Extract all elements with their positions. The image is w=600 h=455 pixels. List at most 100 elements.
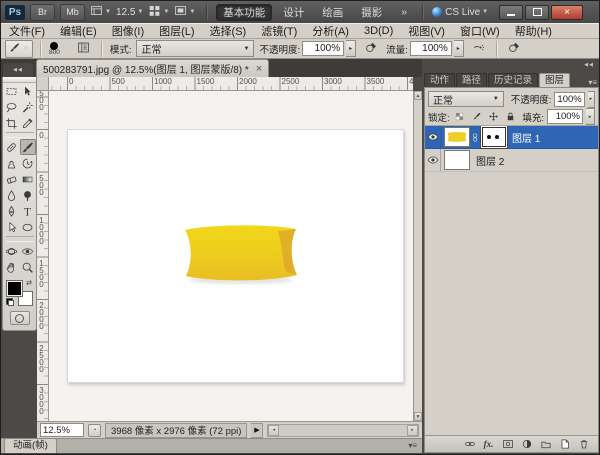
tablet-opacity-button[interactable] (361, 40, 381, 58)
dock-collapse-button[interactable]: ◀◀ (584, 62, 594, 68)
menu-item-9[interactable]: 窗口(W) (460, 23, 500, 39)
spot-healing-brush-tool[interactable] (4, 139, 20, 155)
default-colors-icon[interactable] (6, 298, 14, 306)
arrange-documents-button[interactable]: ▼ (148, 4, 169, 20)
vertical-scrollbar[interactable]: ▲ ▼ (413, 91, 422, 421)
foreground-color-swatch[interactable] (6, 280, 23, 297)
delete-layer-button[interactable] (577, 438, 590, 451)
toolbox-collapse-button[interactable]: ◀◀ (3, 63, 33, 77)
close-button[interactable]: × (551, 5, 583, 20)
layer-visibility-toggle[interactable] (425, 149, 441, 171)
menu-item-7[interactable]: 3D(D) (364, 25, 393, 37)
brush-tool[interactable] (20, 139, 36, 155)
mini-bridge-button[interactable]: Mb (60, 4, 85, 21)
layer-effects-button[interactable]: fx. (482, 438, 495, 451)
crop-tool[interactable] (4, 115, 20, 131)
panel-tab-1[interactable]: 路径 (456, 73, 487, 87)
lasso-tool[interactable] (4, 99, 20, 115)
3d-camera-tool[interactable] (20, 243, 36, 259)
new-layer-button[interactable] (558, 438, 571, 451)
menu-item-10[interactable]: 帮助(H) (515, 23, 552, 39)
zoom-percent-input[interactable]: 12.5% (40, 423, 84, 437)
menu-item-0[interactable]: 文件(F) (9, 23, 45, 39)
panel-menu-icon[interactable]: ▾≡ (586, 78, 599, 87)
workspace-overflow-button[interactable]: » (394, 5, 414, 19)
path-selection-tool[interactable] (4, 219, 20, 235)
scroll-left-icon[interactable]: ◂ (268, 425, 279, 436)
panel-tab-0[interactable]: 动作 (424, 73, 455, 87)
quick-selection-tool[interactable] (20, 99, 36, 115)
eyedropper-tool[interactable] (20, 115, 36, 131)
lock-pixels-icon[interactable] (470, 110, 483, 123)
new-group-button[interactable] (539, 438, 552, 451)
link-layers-button[interactable] (463, 438, 476, 451)
clone-stamp-tool[interactable] (4, 155, 20, 171)
rectangular-marquee-tool[interactable] (4, 83, 20, 99)
3d-rotate-tool[interactable] (4, 243, 20, 259)
cs-live-button[interactable]: CS Live▼ (432, 7, 488, 18)
layer-thumbnail[interactable] (444, 150, 470, 170)
workspace-button[interactable]: 设计 (276, 4, 311, 21)
view-extras-button[interactable]: ▼ (90, 4, 111, 20)
add-mask-button[interactable] (501, 438, 514, 451)
vertical-ruler[interactable]: 500050010001500200025003000 (37, 91, 49, 421)
minimize-button[interactable] (499, 5, 523, 20)
menu-item-5[interactable]: 滤镜(T) (261, 23, 297, 39)
layer-row[interactable]: 图层 1 (425, 126, 598, 149)
type-tool[interactable]: T (20, 203, 36, 219)
scroll-down-icon[interactable]: ▼ (414, 412, 422, 421)
workspace-button[interactable]: 摄影 (354, 4, 389, 21)
document-canvas[interactable] (67, 129, 404, 383)
scroll-up-icon[interactable]: ▲ (414, 91, 422, 100)
blend-mode-select[interactable]: 正常▼ (136, 40, 254, 57)
horizontal-ruler[interactable]: 05001000150020002500300035004000 (49, 77, 413, 91)
menu-item-1[interactable]: 编辑(E) (60, 23, 97, 39)
menu-item-8[interactable]: 视图(V) (408, 23, 445, 39)
restore-button[interactable] (525, 5, 549, 20)
flow-slider-button[interactable]: ▸ (454, 40, 464, 57)
gradient-tool[interactable] (20, 171, 36, 187)
document-tab[interactable]: 500283791.jpg @ 12.5%(图层 1, 图层蒙版/8) * × (36, 59, 269, 77)
bridge-button[interactable]: Br (30, 4, 55, 21)
workspace-button[interactable]: 基本功能 (216, 4, 272, 21)
layer-thumbnail[interactable] (444, 127, 470, 147)
layer-mask-thumbnail[interactable] (482, 127, 506, 147)
screen-mode-button[interactable]: ▼ (174, 4, 195, 20)
status-popup-button[interactable]: ▶ (251, 423, 263, 438)
menu-item-2[interactable]: 图像(I) (112, 23, 144, 39)
mask-link-icon[interactable] (470, 133, 480, 142)
quick-mask-button[interactable] (10, 311, 30, 325)
lock-all-icon[interactable] (504, 110, 517, 123)
scroll-right-icon[interactable]: ▸ (407, 425, 418, 436)
tool-preset-picker[interactable]: ▼ (5, 40, 33, 58)
animation-panel-menu-icon[interactable]: ▾≡ (408, 439, 417, 453)
adjustment-layer-button[interactable] (520, 438, 533, 451)
history-brush-tool[interactable] (20, 155, 36, 171)
pen-tool[interactable] (4, 203, 20, 219)
dodge-tool[interactable] (20, 187, 36, 203)
menu-item-4[interactable]: 选择(S) (210, 23, 247, 39)
ruler-corner[interactable] (37, 77, 49, 91)
opacity-input[interactable]: 100% (302, 41, 344, 56)
airbrush-button[interactable] (469, 40, 489, 58)
zoom-level-dropdown[interactable]: 12.5▼ (116, 7, 143, 18)
swap-colors-icon[interactable]: ⇄ (26, 280, 32, 287)
horizontal-scrollbar[interactable]: ◂ ▸ (267, 424, 419, 437)
layer-visibility-toggle[interactable] (425, 126, 441, 148)
blur-tool[interactable] (4, 187, 20, 203)
menu-item-3[interactable]: 图层(L) (159, 23, 194, 39)
layer-row[interactable]: 图层 2 (425, 149, 598, 172)
layer-opacity-input[interactable]: 100% (554, 92, 584, 107)
hand-tool[interactable] (4, 259, 20, 275)
lock-position-icon[interactable] (487, 110, 500, 123)
flow-input[interactable]: 100% (410, 41, 452, 56)
brush-picker[interactable]: 800 ▼ (49, 42, 69, 56)
shape-tool[interactable] (20, 219, 36, 235)
lock-transparency-icon[interactable] (453, 110, 466, 123)
layer-fill-slider-button[interactable]: ▸ (586, 108, 595, 125)
canvas-viewport[interactable] (49, 91, 413, 421)
panel-tab-3[interactable]: 图层 (539, 73, 570, 87)
layer-opacity-slider-button[interactable]: ▸ (588, 91, 595, 108)
tablet-size-button[interactable] (505, 40, 525, 58)
zoom-tool[interactable] (20, 259, 36, 275)
